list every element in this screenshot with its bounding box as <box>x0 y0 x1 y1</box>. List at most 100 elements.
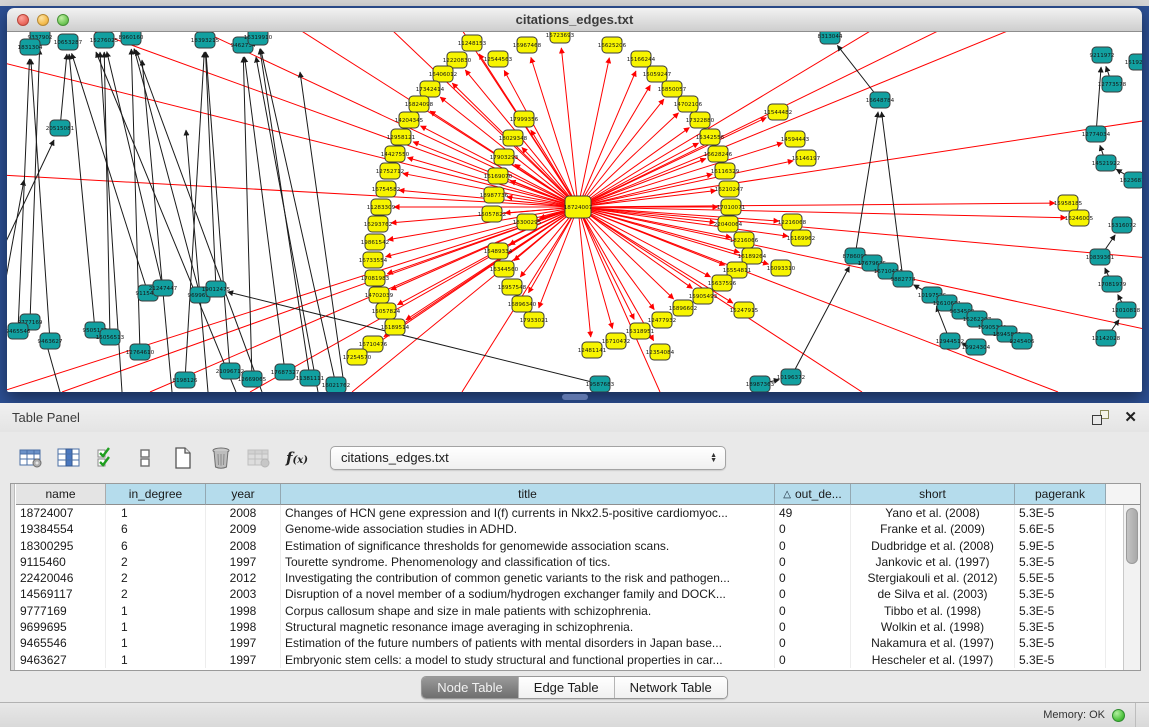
graph-node[interactable]: 10653287 <box>54 34 83 50</box>
column-header-pagerank[interactable]: pagerank <box>1015 484 1106 505</box>
graph-node[interactable]: 17081979 <box>1098 276 1127 292</box>
tab-network-table[interactable]: Network Table <box>614 677 727 698</box>
graph-node[interactable]: 16189514 <box>381 319 410 335</box>
table-row[interactable]: 1938455462009Genome-wide association stu… <box>16 521 1123 537</box>
graph-node[interactable]: 15146197 <box>792 150 821 166</box>
graph-node[interactable]: 18987736 <box>480 187 509 203</box>
graph-node[interactable]: 16967468 <box>513 37 542 53</box>
graph-node[interactable]: 15342556 <box>696 129 725 145</box>
graph-node[interactable]: 16319910 <box>244 32 273 45</box>
graph-node[interactable]: 16406012 <box>429 66 457 82</box>
graph-node[interactable]: 16169962 <box>787 230 815 246</box>
graph-node[interactable]: 9882778 <box>891 271 916 287</box>
graph-node[interactable]: 12774034 <box>1082 126 1111 142</box>
graph-node[interactable]: 15824098 <box>405 96 434 112</box>
graph-node[interactable]: 14594443 <box>781 131 810 147</box>
graph-node[interactable]: 15276025 <box>90 32 119 48</box>
graph-node[interactable]: 18987363 <box>746 376 775 392</box>
graph-node[interactable]: 18216066 <box>730 232 759 248</box>
graph-node[interactable]: 18393215 <box>191 32 220 48</box>
delete-column-icon[interactable] <box>204 441 238 475</box>
graph-node[interactable]: 16236811 <box>1120 172 1142 188</box>
graph-node[interactable]: 12142028 <box>1092 330 1121 346</box>
float-panel-icon[interactable] <box>1092 410 1109 425</box>
column-header-title[interactable]: title <box>281 484 775 505</box>
tab-edge-table[interactable]: Edge Table <box>518 677 614 698</box>
graph-node[interactable]: 15166244 <box>627 51 656 67</box>
column-header-year[interactable]: year <box>206 484 281 505</box>
scrollbar-thumb[interactable] <box>1126 508 1138 564</box>
graph-node[interactable]: 15958185 <box>1054 195 1083 211</box>
graph-node[interactable]: 17903293 <box>490 149 519 165</box>
graph-node[interactable]: 10196372 <box>777 369 805 385</box>
close-window-button[interactable] <box>17 14 29 26</box>
graph-node[interactable]: 16625206 <box>598 37 627 53</box>
graph-node[interactable]: 14702039 <box>365 287 394 303</box>
graph-node[interactable]: 12773578 <box>1098 76 1127 92</box>
window-titlebar[interactable]: citations_edges.txt <box>7 8 1142 32</box>
column-header-in-degree[interactable]: in_degree <box>106 484 206 505</box>
graph-node[interactable]: 19587683 <box>586 376 615 392</box>
table-row[interactable]: 911546021997Tourette syndrome. Phenomeno… <box>16 554 1123 570</box>
graph-node[interactable]: 14427550 <box>381 146 410 162</box>
graph-node[interactable]: 17322880 <box>686 112 715 128</box>
hub-graph-node[interactable]: 18724007 <box>564 196 593 218</box>
graph-node[interactable]: 12944512 <box>936 333 964 349</box>
table-mode-icon[interactable] <box>14 441 48 475</box>
table-row[interactable]: 969969511998Structural magnetic resonanc… <box>16 619 1123 635</box>
graph-node[interactable]: 11381111 <box>296 370 325 386</box>
graph-node[interactable]: 12958121 <box>387 129 416 145</box>
table-row[interactable]: 977716911998Corpus callosum shape and si… <box>16 603 1123 619</box>
graph-node[interactable]: 19924304 <box>962 339 991 355</box>
graph-node[interactable]: 12752712 <box>376 163 404 179</box>
graph-node[interactable]: 18957548 <box>498 279 527 295</box>
graph-node[interactable]: 16710472 <box>602 333 630 349</box>
graph-node[interactable]: 16733554 <box>359 252 388 268</box>
graph-node[interactable]: 10839361 <box>1086 249 1115 265</box>
graph-node[interactable]: 14702106 <box>674 96 703 112</box>
graph-node[interactable]: 11283309 <box>367 199 396 215</box>
graph-node[interactable]: 16210247 <box>715 181 744 197</box>
graph-node[interactable]: 16293762 <box>364 216 392 232</box>
row-height-icon[interactable] <box>128 441 162 475</box>
graph-node[interactable]: 17999356 <box>510 111 539 127</box>
graph-node[interactable]: 12216068 <box>778 214 807 230</box>
select-all-columns-icon[interactable] <box>90 441 124 475</box>
network-canvas[interactable]: 9337902183130410653287152760258960160183… <box>7 32 1142 392</box>
graph-node[interactable]: 19861542 <box>361 234 389 250</box>
graph-node[interactable]: 16344560 <box>490 261 519 277</box>
table-row[interactable]: 1830029562008Estimation of significance … <box>16 538 1123 554</box>
graph-node[interactable]: 12764610 <box>126 344 155 360</box>
graph-node[interactable]: 18029348 <box>499 130 528 146</box>
graph-node[interactable]: 9245406 <box>1010 333 1035 349</box>
table-row[interactable]: 2242004622012Investigating the contribut… <box>16 570 1123 586</box>
graph-node[interactable]: 9463627 <box>38 333 63 349</box>
graph-node[interactable]: 16896340 <box>508 296 537 312</box>
table-scrollbar[interactable] <box>1123 505 1140 670</box>
graph-node[interactable]: 17342414 <box>416 81 445 97</box>
graph-node[interactable]: 15723693 <box>546 32 575 43</box>
graph-node[interactable]: 11248153 <box>458 35 487 51</box>
graph-node[interactable]: 20515081 <box>46 120 75 136</box>
graph-node[interactable]: 16648784 <box>866 92 895 108</box>
function-builder-icon[interactable]: f(x) <box>280 441 314 475</box>
graph-node[interactable]: 21247447 <box>149 280 178 296</box>
graph-node[interactable]: 12354084 <box>646 344 675 360</box>
graph-node[interactable]: 16896602 <box>669 300 697 316</box>
table-row[interactable]: 946362711997Embryonic stem cells: a mode… <box>16 652 1123 668</box>
column-visibility-icon[interactable] <box>52 441 86 475</box>
graph-node[interactable]: 15059247 <box>643 66 672 82</box>
graph-node[interactable]: 12477932 <box>648 312 676 328</box>
table-row[interactable]: 1872400712008Changes of HCN gene express… <box>16 505 1123 521</box>
close-panel-icon[interactable]: ✕ <box>1124 410 1137 425</box>
graph-node[interactable]: 15056513 <box>96 329 125 345</box>
graph-node[interactable]: 16850057 <box>658 81 687 97</box>
graph-node[interactable]: 17933021 <box>520 312 549 328</box>
table-row[interactable]: 1456911722003Disruption of a novel membe… <box>16 586 1123 602</box>
zoom-window-button[interactable] <box>57 14 69 26</box>
graph-node[interactable]: 1831304 <box>18 39 43 55</box>
graph-node[interactable]: 8198126 <box>173 372 198 388</box>
delete-table-icon[interactable] <box>242 441 276 475</box>
graph-node[interactable]: 14204345 <box>395 112 424 128</box>
panel-splitter[interactable] <box>562 394 588 400</box>
